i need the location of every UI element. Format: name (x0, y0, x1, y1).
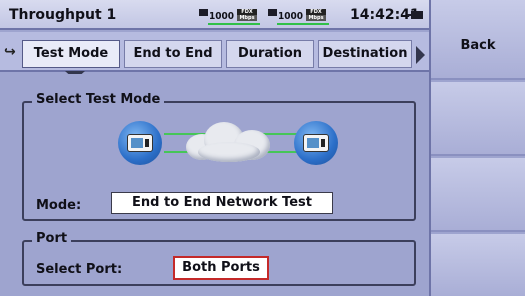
tab-test-mode[interactable]: Test Mode (22, 40, 120, 68)
select-test-mode-legend: Select Test Mode (32, 92, 165, 107)
battery-icon (407, 11, 423, 19)
port2-link-underline (277, 23, 329, 25)
port-legend: Port (32, 231, 72, 246)
tab-end-to-end[interactable]: End to End (124, 40, 222, 68)
plug-icon (199, 9, 208, 16)
mode-label: Mode: (36, 198, 82, 213)
port-group: Port Select Port: Both Ports (22, 231, 416, 286)
port2-duplex-badge: FDX Mbps (306, 9, 326, 22)
tab-bar: ↪ Test Mode End to End Duration Destinat… (0, 32, 429, 72)
status-bar: Throughput 1 1000 FDX Mbps 1000 FDX Mbps… (0, 0, 429, 30)
back-button[interactable]: Back (431, 0, 525, 80)
content-area: Select Test Mode Mode: End to End Networ… (0, 74, 429, 296)
device-icon (294, 121, 338, 165)
scroll-right-icon[interactable] (416, 46, 425, 64)
port1-duplex-badge: FDX Mbps (237, 9, 257, 22)
port2-speed: 1000 (278, 11, 304, 22)
plug-icon (268, 9, 277, 16)
softkey-2[interactable] (431, 82, 525, 156)
screen-title: Throughput 1 (9, 7, 117, 23)
port1-link-underline (208, 23, 260, 25)
port1-speed: 1000 (209, 11, 235, 22)
scroll-left-icon[interactable]: ↪ (4, 44, 16, 60)
device-icon (118, 121, 162, 165)
softkey-3[interactable] (431, 158, 525, 232)
select-port-field[interactable]: Both Ports (173, 256, 269, 280)
tab-duration[interactable]: Duration (226, 40, 314, 68)
softkey-4[interactable] (431, 234, 525, 296)
select-port-label: Select Port: (36, 262, 123, 277)
port2-link-indicator: 1000 FDX Mbps (268, 9, 330, 25)
port1-link-indicator: 1000 FDX Mbps (199, 9, 261, 25)
mode-field[interactable]: End to End Network Test (111, 192, 333, 214)
tab-destination[interactable]: Destination (318, 40, 412, 68)
cloud-icon (182, 120, 274, 164)
select-test-mode-group: Select Test Mode Mode: End to End Networ… (22, 92, 416, 221)
